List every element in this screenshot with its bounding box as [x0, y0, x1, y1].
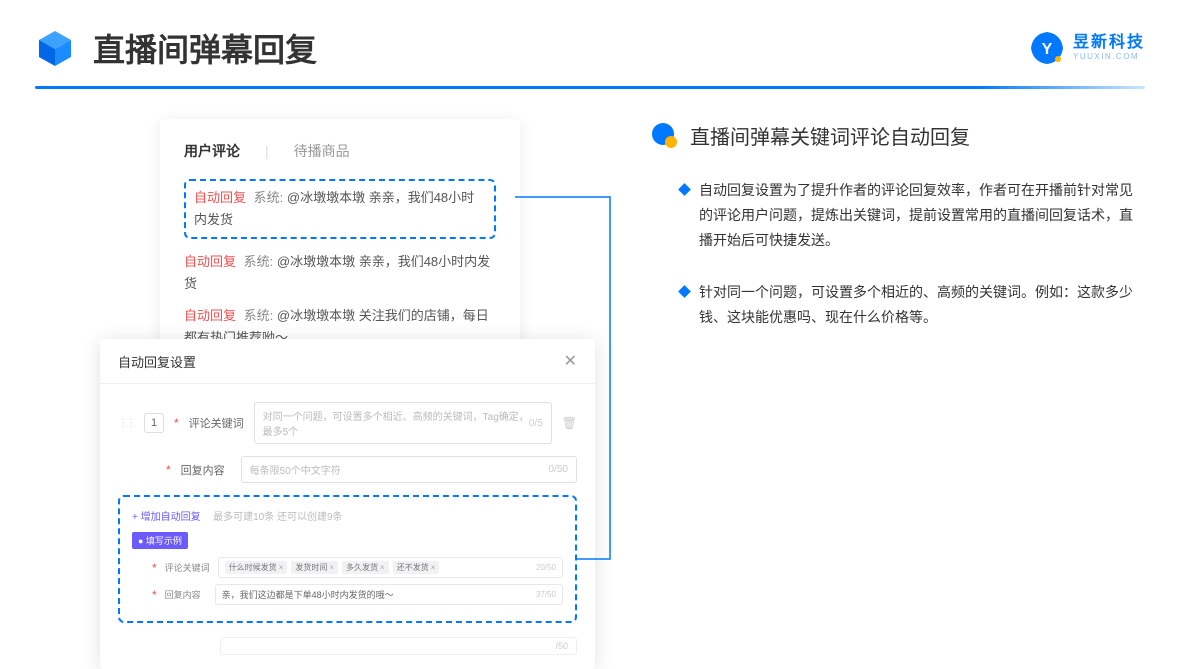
brand-logo: Y 昱新科技 YUUXIN.COM [1029, 30, 1145, 66]
ex-content-label: 回复内容 [165, 588, 207, 601]
ex-content-counter: 37/50 [536, 590, 556, 599]
input-placeholder: 每条限50个中文字符 [250, 462, 341, 477]
comment-row: 自动回复 系统: @冰墩墩本墩 亲亲，我们48小时内发货 [194, 187, 486, 231]
tab-separator: | [265, 143, 269, 159]
stub-input[interactable]: /50 [220, 637, 577, 655]
svg-text:Y: Y [1042, 41, 1053, 58]
ex-content-text: 亲，我们这边都是下单48小时内发货的哦～ [222, 588, 394, 601]
ex-content-input[interactable]: 亲，我们这边都是下单48小时内发货的哦～ 37/50 [215, 584, 563, 605]
example-badge: ● 填写示例 [132, 532, 188, 549]
modal-header: 自动回复设置 ✕ [100, 339, 595, 384]
tab-user-comments[interactable]: 用户评论 [184, 141, 240, 161]
ex-keyword-input[interactable]: 什么时候发货× 发货时间× 多久发货× 还不发货× 20/50 [218, 557, 563, 578]
auto-reply-tag: 自动回复 [194, 190, 246, 205]
keyword-label: 评论关键词 [189, 415, 244, 431]
input-placeholder: 对同一个问题，可设置多个相近、高频的关键词，Tag确定，最多5个 [263, 408, 529, 438]
tab-pending-goods[interactable]: 待播商品 [294, 141, 350, 161]
content-counter: 0/50 [549, 464, 568, 475]
section-title: 直播间弹幕关键词评论自动回复 [690, 121, 970, 150]
content-label: 回复内容 [181, 462, 231, 478]
explanation-panel: 直播间弹幕关键词评论自动回复 自动回复设置为了提升作者的评论回复效率，作者可在开… [650, 119, 1145, 410]
example-highlight: + 增加自动回复 最多可建10条 还可以创建9条 ● 填写示例 * 评论关键词 … [118, 495, 577, 623]
comment-row: 自动回复 系统: @冰墩墩本墩 亲亲，我们48小时内发货 [184, 251, 496, 295]
diamond-bullet-icon [678, 183, 691, 196]
required-star-icon: * [174, 416, 179, 430]
comments-tabs: 用户评论 | 待播商品 [184, 141, 496, 161]
close-icon[interactable]: ✕ [564, 351, 577, 371]
section-head: 直播间弹幕关键词评论自动回复 [650, 121, 1145, 150]
auto-reply-tag: 自动回复 [184, 254, 236, 269]
logo-name: 昱新科技 [1073, 35, 1145, 51]
required-star-icon: * [166, 463, 171, 477]
keyword-tag[interactable]: 发货时间× [291, 561, 338, 574]
drag-handle-icon[interactable]: ⋮⋮ [118, 418, 134, 429]
auto-reply-settings-modal: 自动回复设置 ✕ ⋮⋮ 1 * 评论关键词 对同一个问题，可设置多个相近、高频的… [100, 339, 595, 669]
delete-icon[interactable]: 🗑 [562, 416, 577, 430]
add-auto-reply-link[interactable]: + 增加自动回复 [132, 512, 201, 523]
example-content-row: * 回复内容 亲，我们这边都是下单48小时内发货的哦～ 37/50 [132, 584, 563, 605]
keyword-tag[interactable]: 多久发货× [342, 561, 389, 574]
keyword-tag[interactable]: 还不发货× [393, 561, 440, 574]
bullet-item: 自动回复设置为了提升作者的评论回复效率，作者可在开播前针对常见的评论用户问题，提… [650, 178, 1145, 254]
ex-keyword-label: 评论关键词 [165, 561, 210, 574]
keyword-tag[interactable]: 什么时候发货× [225, 561, 288, 574]
row-number: 1 [144, 413, 164, 433]
stub-counter: /50 [555, 641, 568, 651]
logo-text: 昱新科技 YUUXIN.COM [1073, 35, 1145, 61]
highlighted-comment: 自动回复 系统: @冰墩墩本墩 亲亲，我们48小时内发货 [184, 179, 496, 239]
system-label: 系统: [244, 254, 274, 269]
page-header: 直播间弹幕回复 Y 昱新科技 YUUXIN.COM [0, 0, 1180, 86]
system-label: 系统: [244, 308, 274, 323]
add-hint: 最多可建10条 还可以创建9条 [213, 512, 342, 523]
bullet-text: 针对同一个问题，可设置多个相近的、高频的关键词。例如：这款多少钱、这块能优惠吗、… [699, 280, 1135, 330]
content-input[interactable]: 每条限50个中文字符 0/50 [241, 456, 577, 483]
screenshot-panel: 用户评论 | 待播商品 自动回复 系统: @冰墩墩本墩 亲亲，我们48小时内发货… [100, 119, 600, 410]
auto-reply-tag: 自动回复 [184, 308, 236, 323]
page-title: 直播间弹幕回复 [93, 25, 317, 71]
modal-title: 自动回复设置 [118, 352, 196, 371]
header-left: 直播间弹幕回复 [35, 25, 317, 71]
chat-bubble-icon [650, 122, 678, 150]
system-label: 系统: [254, 190, 284, 205]
bullet-text: 自动回复设置为了提升作者的评论回复效率，作者可在开播前针对常见的评论用户问题，提… [699, 178, 1135, 254]
keyword-row: ⋮⋮ 1 * 评论关键词 对同一个问题，可设置多个相近、高频的关键词，Tag确定… [118, 402, 577, 444]
logo-mark-icon: Y [1029, 30, 1065, 66]
required-star-icon: * [152, 561, 157, 575]
ex-kw-counter: 20/50 [536, 563, 556, 572]
required-star-icon: * [152, 588, 157, 602]
bullet-item: 针对同一个问题，可设置多个相近的、高频的关键词。例如：这款多少钱、这块能优惠吗、… [650, 280, 1145, 330]
diamond-bullet-icon [678, 285, 691, 298]
logo-domain: YUUXIN.COM [1073, 53, 1145, 61]
keyword-counter: 0/5 [529, 418, 543, 429]
example-keyword-row: * 评论关键词 什么时候发货× 发货时间× 多久发货× 还不发货× 20/50 [132, 557, 563, 578]
content-row: * 回复内容 每条限50个中文字符 0/50 [118, 456, 577, 483]
keyword-input[interactable]: 对同一个问题，可设置多个相近、高频的关键词，Tag确定，最多5个 0/5 [254, 402, 552, 444]
cube-icon [35, 28, 75, 68]
